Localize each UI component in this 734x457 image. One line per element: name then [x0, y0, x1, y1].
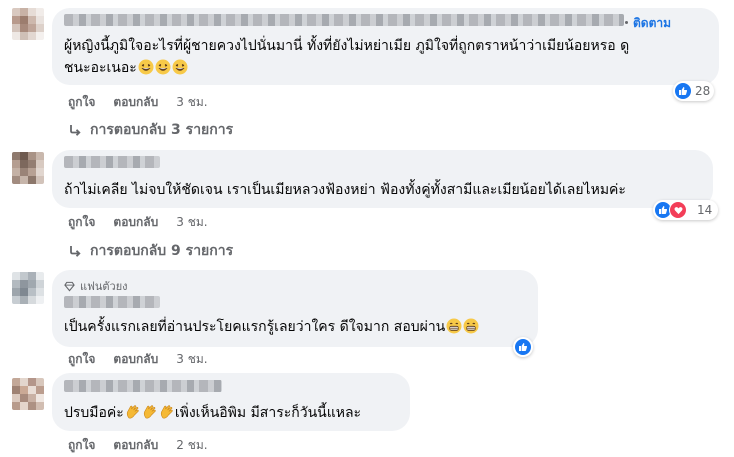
comment-actions: ถูกใจ ตอบกลับ 3 ชม. [68, 350, 208, 369]
comment-timestamp[interactable]: 3 ชม. [176, 93, 207, 112]
view-replies-label: การตอบกลับ 9 รายการ [90, 243, 234, 259]
like-button[interactable]: ถูกใจ [68, 93, 95, 112]
comment-timestamp[interactable]: 3 ชม. [176, 213, 207, 232]
grin-emoji [172, 59, 188, 75]
reaction-summary[interactable]: 28 [673, 81, 715, 101]
grimace-emoji [446, 318, 462, 334]
reaction-summary[interactable] [513, 337, 533, 357]
reply-arrow-icon [70, 246, 81, 257]
diamond-badge-icon [64, 281, 75, 291]
clap-emoji [160, 405, 173, 419]
separator-dot [625, 21, 628, 24]
reply-button[interactable]: ตอบกลับ [113, 350, 158, 369]
view-replies-link[interactable]: การตอบกลับ 9 รายการ [68, 240, 233, 262]
comment-timestamp[interactable]: 2 ชม. [176, 436, 207, 455]
commenter-name-blurred[interactable] [64, 380, 222, 392]
like-reaction-icon [675, 83, 691, 99]
clap-emoji [126, 405, 139, 419]
like-button[interactable]: ถูกใจ [68, 213, 95, 232]
commenter-name-blurred[interactable] [64, 296, 160, 308]
comment-text: ถ้าไม่เคลีย ไม่จบให้ชัดเจน เราเป็นเมียหล… [64, 182, 626, 198]
like-button[interactable]: ถูกใจ [68, 350, 95, 369]
comment-text-end: ชนะอะเนอะ [64, 60, 137, 76]
avatar[interactable] [12, 152, 44, 184]
comment-text-start: ปรบมือค่ะ [64, 405, 124, 421]
reply-arrow-icon [70, 125, 81, 136]
reply-button[interactable]: ตอบกลับ [113, 93, 158, 112]
reaction-count: 14 [697, 203, 713, 217]
comment-text: ปรบมือค่ะ เพิ่งเห็นอิพิม มีสาระก็วันนี้แห… [64, 402, 409, 424]
comment-text-line: ผู้หญิงนี้ภูมิใจอะไรที่ผู้ชายควงไปนั่นมา… [64, 38, 630, 54]
comment-text: เป็นครั้งแรกเลยที่อ่านประโยคแรกรู้เลยว่า… [64, 316, 534, 338]
grimace-emoji [463, 318, 479, 334]
grin-emoji [155, 59, 171, 75]
comment-timestamp[interactable]: 3 ชม. [176, 350, 207, 369]
reply-button[interactable]: ตอบกลับ [113, 436, 158, 455]
top-fan-label: แฟนตัวยง [80, 280, 128, 293]
commenter-name-blurred[interactable] [64, 14, 624, 26]
view-replies-label: การตอบกลับ 3 รายการ [90, 122, 234, 138]
follow-button[interactable]: ติดตาม [633, 14, 671, 33]
comment-text: ผู้หญิงนี้ภูมิใจอะไรที่ผู้ชายควงไปนั่นมา… [64, 35, 714, 79]
comment-text-line-2: ชนะอะเนอะ [64, 57, 714, 79]
comment-actions: ถูกใจ ตอบกลับ 3 ชม. [68, 213, 208, 232]
avatar[interactable] [12, 272, 44, 304]
view-replies-link[interactable]: การตอบกลับ 3 รายการ [68, 119, 233, 141]
like-button[interactable]: ถูกใจ [68, 436, 95, 455]
clap-emoji [143, 405, 156, 419]
like-reaction-icon [515, 339, 531, 355]
avatar[interactable] [12, 378, 44, 410]
avatar[interactable] [12, 8, 44, 40]
commenter-name-blurred[interactable] [64, 156, 160, 168]
reply-button[interactable]: ตอบกลับ [113, 213, 158, 232]
reaction-count: 28 [695, 84, 711, 98]
love-reaction-icon [669, 201, 687, 219]
grin-emoji [138, 59, 154, 75]
top-fan-badge: แฟนตัวยง [64, 277, 128, 295]
comment-text-line: เป็นครั้งแรกเลยที่อ่านประโยคแรกรู้เลยว่า… [64, 319, 446, 335]
comment-actions: ถูกใจ ตอบกลับ 2 ชม. [68, 436, 208, 455]
reaction-summary[interactable]: 14 [653, 200, 719, 220]
comment-text-end: เพิ่งเห็นอิพิม มีสาระก็วันนี้แหละ [174, 405, 362, 421]
comment-actions: ถูกใจ ตอบกลับ 3 ชม. [68, 93, 208, 112]
